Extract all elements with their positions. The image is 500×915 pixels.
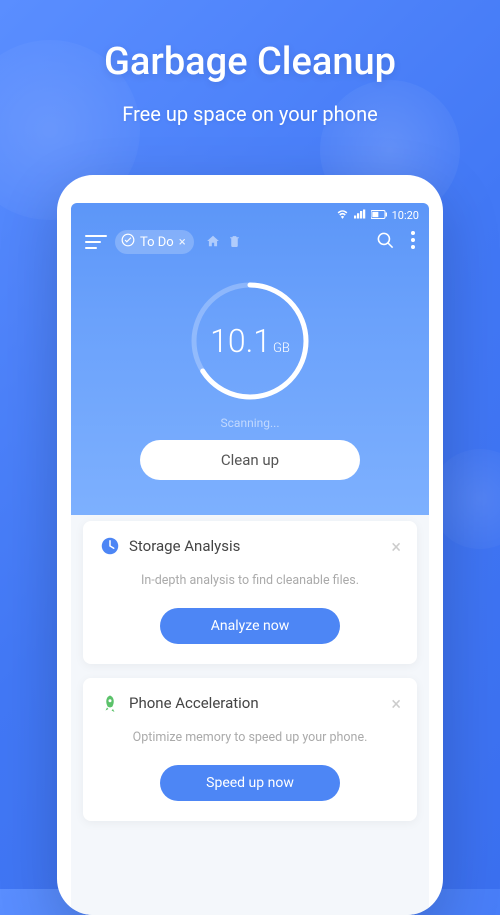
card-description: Optimize memory to speed up your phone. bbox=[101, 730, 399, 745]
page-title: Garbage Cleanup bbox=[0, 40, 500, 84]
more-icon[interactable] bbox=[411, 231, 415, 253]
close-icon[interactable]: × bbox=[391, 694, 401, 715]
status-time: 10:20 bbox=[392, 209, 419, 222]
menu-icon[interactable] bbox=[85, 231, 107, 253]
phone-screen: 10:20 To Do × bbox=[71, 203, 429, 915]
phone-mockup: 10:20 To Do × bbox=[57, 175, 443, 915]
gauge-text: 10.1 GB bbox=[210, 322, 290, 360]
battery-icon bbox=[371, 209, 387, 222]
page-subtitle: Free up space on your phone bbox=[0, 102, 500, 126]
phone-acceleration-card: Phone Acceleration × Optimize memory to … bbox=[83, 678, 417, 821]
scanning-label: Scanning... bbox=[71, 416, 429, 430]
todo-chip[interactable]: To Do × bbox=[115, 230, 194, 254]
analyze-now-button[interactable]: Analyze now bbox=[160, 608, 340, 644]
gauge-unit: GB bbox=[273, 341, 290, 356]
chip-label: To Do bbox=[140, 235, 174, 250]
search-icon[interactable] bbox=[376, 231, 395, 254]
trash-icon[interactable] bbox=[228, 233, 241, 252]
signal-icon bbox=[354, 209, 366, 222]
chip-close-icon[interactable]: × bbox=[179, 235, 186, 250]
gauge-value: 10.1 bbox=[210, 322, 271, 360]
clock-icon bbox=[101, 537, 119, 555]
cleanup-button[interactable]: Clean up bbox=[140, 440, 360, 480]
toolbar: To Do × bbox=[71, 222, 429, 262]
close-icon[interactable]: × bbox=[391, 537, 401, 558]
page-header: Garbage Cleanup Free up space on your ph… bbox=[0, 0, 500, 126]
app-header: 10:20 To Do × bbox=[71, 203, 429, 515]
wifi-icon bbox=[336, 209, 349, 222]
status-bar: 10:20 bbox=[71, 203, 429, 222]
rocket-icon bbox=[101, 694, 119, 712]
card-title: Phone Acceleration bbox=[129, 694, 259, 712]
card-description: In-depth analysis to find cleanable file… bbox=[101, 573, 399, 588]
cards-container: Storage Analysis × In-depth analysis to … bbox=[71, 521, 429, 821]
storage-gauge: 10.1 GB bbox=[187, 278, 313, 404]
home-icon[interactable] bbox=[206, 233, 220, 252]
storage-analysis-card: Storage Analysis × In-depth analysis to … bbox=[83, 521, 417, 664]
speed-up-now-button[interactable]: Speed up now bbox=[160, 765, 340, 801]
card-title: Storage Analysis bbox=[129, 537, 240, 555]
toolbar-mid-icons bbox=[206, 233, 241, 252]
check-circle-icon bbox=[121, 233, 135, 251]
